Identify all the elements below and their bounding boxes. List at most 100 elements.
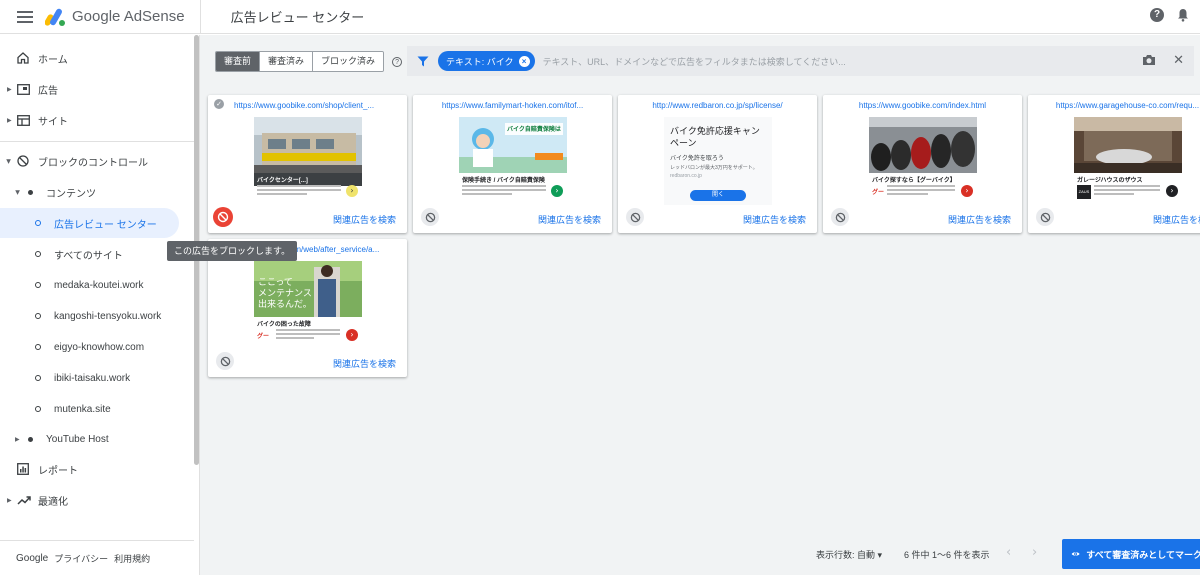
related-ads-link[interactable]: 関連広告を検索 [948, 213, 1011, 226]
sidebar-item-label: サイト [38, 116, 68, 128]
eye-icon [1071, 552, 1080, 556]
ad-card[interactable]: ✓ https://www.goobike.com/shop/client_..… [208, 95, 407, 233]
ad-arrow-icon: › [961, 185, 973, 197]
sidebar-item-label: 広告 [38, 85, 58, 97]
ad-text-lines [1094, 185, 1160, 197]
previous-page-icon[interactable]: ‹ [1006, 545, 1011, 560]
ad-creative[interactable]: バイク自賠責保険は 保険手続き / バイク自賠責保険 › [459, 117, 567, 205]
main-content: 審査前 審査済み ブロック済み ? テキスト: バイク × テキスト、URL、ド… [200, 35, 1200, 575]
filter-icon[interactable] [417, 56, 429, 67]
ad-card[interactable]: https://www.garagehouse-co.com/requ... ガ… [1028, 95, 1200, 233]
ad-url[interactable]: https://www.goobike.com/index.html [823, 101, 1022, 110]
ad-creative[interactable]: バイクセンター[...] › [254, 117, 362, 205]
sidebar-item-site[interactable]: eigyo-knowhow.com [0, 332, 190, 362]
sidebar-item-label: eigyo-knowhow.com [54, 341, 145, 353]
related-ads-link[interactable]: 関連広告を検索 [333, 357, 396, 370]
dropdown-arrow-icon: ▾ [877, 550, 883, 560]
sidebar-item-content[interactable]: ▶ コンテンツ [0, 177, 190, 207]
ad-creative[interactable]: ガレージハウスのザウス ZAUS › [1074, 117, 1182, 205]
product-name: Google AdSense [72, 8, 185, 25]
sidebar-item-reports[interactable]: レポート [0, 454, 190, 484]
check-icon[interactable]: ✓ [214, 99, 224, 109]
block-ad-button[interactable] [1036, 208, 1054, 226]
filter-bar: テキスト: バイク × テキスト、URL、ドメインなどで広告をフィルタまたは検索… [407, 46, 1194, 76]
sidebar-item-site[interactable]: kangoshi-tensyoku.work [0, 301, 190, 331]
google-link[interactable]: Google [16, 553, 48, 564]
sidebar-item-home[interactable]: ホーム [0, 43, 190, 73]
camera-icon[interactable] [1142, 54, 1156, 66]
privacy-link[interactable]: プライバシー [54, 552, 108, 565]
rows-per-page-value: 自動 [857, 550, 876, 560]
block-icon [1040, 212, 1050, 222]
tab-pending[interactable]: 審査前 [216, 52, 261, 71]
ad-creative[interactable]: バイク免許応援キャンペーン バイク免許を取ろう レッドバロンが最大3万円をサポー… [664, 117, 772, 205]
block-ad-button[interactable] [626, 208, 644, 226]
sidebar-item-youtube-host[interactable]: ▶ YouTube Host [0, 424, 190, 454]
caret-down-icon[interactable]: ▶ [5, 159, 12, 164]
help-icon[interactable]: ? [392, 56, 403, 67]
ad-creative[interactable]: バイク探すなら【グーバイク】 グー › [869, 117, 977, 205]
caret-right-icon[interactable]: ▶ [7, 117, 12, 124]
ring-icon [35, 375, 41, 381]
ad-text-lines [257, 185, 341, 197]
terms-link[interactable]: 利用規約 [114, 552, 150, 565]
top-bar: Google AdSense 広告レビュー センター ? [0, 0, 1200, 34]
ad-headline: バイク自賠責保険は [507, 127, 561, 133]
ad-creative[interactable]: ここって メンテナンス 出来るんだ。 バイクの困った故障 グー › [254, 261, 362, 349]
ring-icon [35, 251, 41, 257]
help-icon[interactable]: ? [1150, 8, 1164, 22]
filter-chip[interactable]: テキスト: バイク × [438, 51, 535, 71]
caret-right-icon[interactable]: ▶ [15, 436, 20, 443]
block-icon [220, 356, 230, 366]
block-ad-button[interactable] [213, 207, 233, 227]
sidebar-item-site[interactable]: ibiki-taisaku.work [0, 363, 190, 393]
ad-card[interactable]: https://www.familymart-hoken.com/itof...… [413, 95, 612, 233]
block-ad-button[interactable] [831, 208, 849, 226]
ad-title: バイク免許応援キャンペーン [670, 126, 760, 148]
related-ads-link[interactable]: 関連広告を検索 [1153, 213, 1200, 226]
sidebar-item-label: すべてのサイト [54, 250, 123, 262]
sidebar-item-site[interactable]: medaka-koutei.work [0, 270, 190, 300]
sidebar-item-optimization[interactable]: ▶ 最適化 [0, 485, 190, 515]
related-ads-link[interactable]: 関連広告を検索 [333, 213, 396, 226]
rows-per-page-select[interactable]: 自動 ▾ [857, 548, 882, 561]
sidebar-item-label: kangoshi-tensyoku.work [54, 310, 162, 322]
ad-url[interactable]: https://www.goobike.com/shop/client_... [234, 101, 384, 110]
close-icon[interactable]: ✕ [1173, 53, 1184, 68]
block-ad-button[interactable] [421, 208, 439, 226]
sidebar-item-label: 最適化 [38, 496, 68, 508]
block-ad-button[interactable] [216, 352, 234, 370]
ad-card[interactable]: https://www.goobike.com/index.html バイク探す… [823, 95, 1022, 233]
related-ads-link[interactable]: 関連広告を検索 [743, 213, 806, 226]
mark-all-reviewed-label: すべて審査済みとしてマーク [1086, 549, 1200, 560]
next-page-icon[interactable]: › [1032, 545, 1037, 560]
ad-card[interactable]: http://www.redbaron.co.jp/sp/license/ バイ… [618, 95, 817, 233]
sidebar-item-all-sites[interactable]: すべてのサイト [0, 239, 190, 269]
menu-icon[interactable] [17, 10, 33, 23]
sidebar: ホーム ▶ 広告 ▶ サイト ▶ ブロックのコントロール ▶ コンテンツ 広告レ… [0, 35, 200, 575]
mark-all-reviewed-button[interactable]: すべて審査済みとしてマーク [1062, 539, 1200, 569]
caret-right-icon[interactable]: ▶ [7, 86, 12, 93]
related-ads-link[interactable]: 関連広告を検索 [538, 213, 601, 226]
sidebar-item-blocking-controls[interactable]: ▶ ブロックのコントロール [0, 146, 190, 176]
ad-url[interactable]: https://www.familymart-hoken.com/itof... [413, 101, 612, 110]
bell-icon[interactable] [1176, 8, 1190, 22]
block-icon [630, 212, 640, 222]
tab-reviewed[interactable]: 審査済み [260, 52, 314, 71]
adsense-logo[interactable]: Google AdSense [45, 7, 185, 27]
search-input[interactable]: テキスト、URL、ドメインなどで広告をフィルタまたは検索してください... [543, 55, 846, 68]
tab-blocked[interactable]: ブロック済み [313, 52, 384, 71]
pagination-bar: 表示行数: 自動 ▾ 6 件中 1〜6 件を表示 ‹ › すべて審査済みとしてマ… [200, 535, 1200, 575]
ad-url[interactable]: https://www.garagehouse-co.com/requ... [1028, 101, 1200, 110]
sidebar-item-ad-review-center[interactable]: 広告レビュー センター [0, 208, 179, 238]
remove-filter-icon[interactable]: × [518, 55, 530, 67]
sidebar-item-ads[interactable]: ▶ 広告 [0, 74, 190, 104]
caret-right-icon[interactable]: ▶ [7, 497, 12, 504]
sidebar-item-site[interactable]: mutenka.site [0, 394, 190, 424]
page-title: 広告レビュー センター [230, 10, 365, 25]
caret-down-icon[interactable]: ▶ [14, 190, 21, 195]
ad-brand-logo: グー [257, 334, 270, 340]
ad-text-lines [462, 185, 546, 197]
sidebar-item-sites[interactable]: ▶ サイト [0, 105, 190, 135]
ad-url[interactable]: http://www.redbaron.co.jp/sp/license/ [618, 101, 817, 110]
